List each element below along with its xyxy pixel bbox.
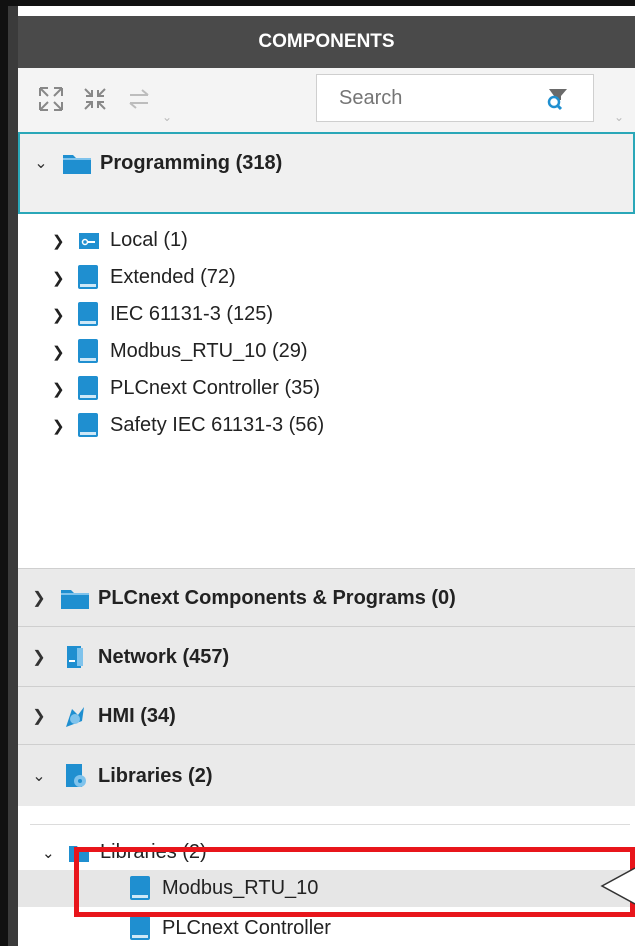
- tree-item[interactable]: ❯ Local (1): [18, 222, 635, 259]
- chevron-right-icon[interactable]: ❯: [30, 647, 48, 667]
- library-book-icon: [78, 412, 98, 437]
- filter-search-icon[interactable]: [545, 87, 569, 111]
- section-libraries[interactable]: ⌄ Libraries (2): [18, 744, 635, 806]
- library-book-icon: [78, 301, 98, 326]
- programming-tree: ❯ Local (1) ❯ Extended (72) ❯ IEC 61131-…: [18, 216, 635, 568]
- sync-arrows-icon[interactable]: [126, 86, 152, 112]
- tree-item-label: Safety IEC 61131-3 (56): [110, 414, 325, 436]
- tree-item[interactable]: ❯ PLCnext Controller (35): [18, 370, 635, 407]
- section-hmi[interactable]: ❯ HMI (34): [18, 686, 635, 744]
- divider: [30, 824, 630, 825]
- chevron-right-icon[interactable]: ❯: [30, 588, 48, 608]
- search-input[interactable]: [337, 75, 531, 121]
- tree-item[interactable]: ❯ Modbus_RTU_10 (29): [18, 333, 635, 370]
- tree-item-label: PLCnext Controller: [162, 917, 331, 939]
- chevron-right-icon[interactable]: ❯: [52, 380, 66, 398]
- expand-all-icon[interactable]: [38, 86, 64, 112]
- chevron-right-icon[interactable]: ❯: [52, 232, 66, 250]
- chevron-right-icon[interactable]: ❯: [52, 269, 66, 287]
- tree-item-label: IEC 61131-3 (125): [110, 303, 274, 325]
- tree-item-label: Modbus_RTU_10 (29): [110, 340, 308, 362]
- chevron-right-icon[interactable]: ❯: [52, 306, 66, 324]
- section-label: Programming (318): [100, 151, 283, 174]
- panel-toolbar: ⌄ ⌄: [18, 68, 635, 139]
- section-label: Network (457): [98, 645, 230, 668]
- chevron-down-icon[interactable]: ⌄: [30, 766, 48, 786]
- library-book-icon: [78, 338, 98, 363]
- chevron-right-icon[interactable]: ❯: [52, 343, 66, 361]
- folder-icon: [63, 155, 91, 174]
- section-network[interactable]: ❯ Network (457): [18, 626, 635, 686]
- tree-item-label: PLCnext Controller (35): [110, 377, 321, 399]
- section-label: Libraries (2): [98, 764, 213, 787]
- section-plcnext-components[interactable]: ❯ PLCnext Components & Programs (0): [18, 568, 635, 626]
- tree-item[interactable]: ❯ Extended (72): [18, 259, 635, 296]
- components-panel: COMPONENTS ⌄ ⌄ ⌄ Programming (318) ❯: [8, 6, 635, 946]
- chevron-down-icon[interactable]: ⌄: [32, 153, 50, 173]
- chevron-down-icon[interactable]: ⌄: [42, 844, 56, 862]
- panel-title: COMPONENTS: [18, 16, 635, 68]
- libraries-icon: [66, 764, 86, 787]
- hmi-icon: [66, 707, 84, 727]
- chevron-down-icon[interactable]: ⌄: [614, 110, 624, 124]
- section-programming[interactable]: ⌄ Programming (318): [18, 132, 635, 214]
- library-book-icon: [78, 375, 98, 400]
- highlight-box: [74, 847, 635, 917]
- tree-item[interactable]: ❯ IEC 61131-3 (125): [18, 296, 635, 333]
- tree-item-label: Extended (72): [110, 266, 236, 288]
- window-left-border: [0, 0, 8, 946]
- tree-item[interactable]: ❯ Safety IEC 61131-3 (56): [18, 407, 635, 444]
- chevron-down-icon[interactable]: ⌄: [162, 110, 172, 124]
- tree-item-label: Local (1): [110, 229, 188, 251]
- callout-pointer: [600, 867, 635, 905]
- section-label: PLCnext Components & Programs (0): [98, 586, 456, 609]
- chevron-right-icon[interactable]: ❯: [30, 706, 48, 726]
- library-book-icon: [130, 915, 150, 940]
- network-device-icon: [67, 646, 83, 668]
- search-box[interactable]: [316, 74, 594, 122]
- chevron-right-icon[interactable]: ❯: [52, 417, 66, 435]
- folder-icon: [61, 590, 89, 609]
- collapse-all-icon[interactable]: [82, 86, 108, 112]
- section-label: HMI (34): [98, 704, 176, 727]
- library-book-icon: [78, 264, 98, 289]
- local-folder-icon: [79, 232, 99, 249]
